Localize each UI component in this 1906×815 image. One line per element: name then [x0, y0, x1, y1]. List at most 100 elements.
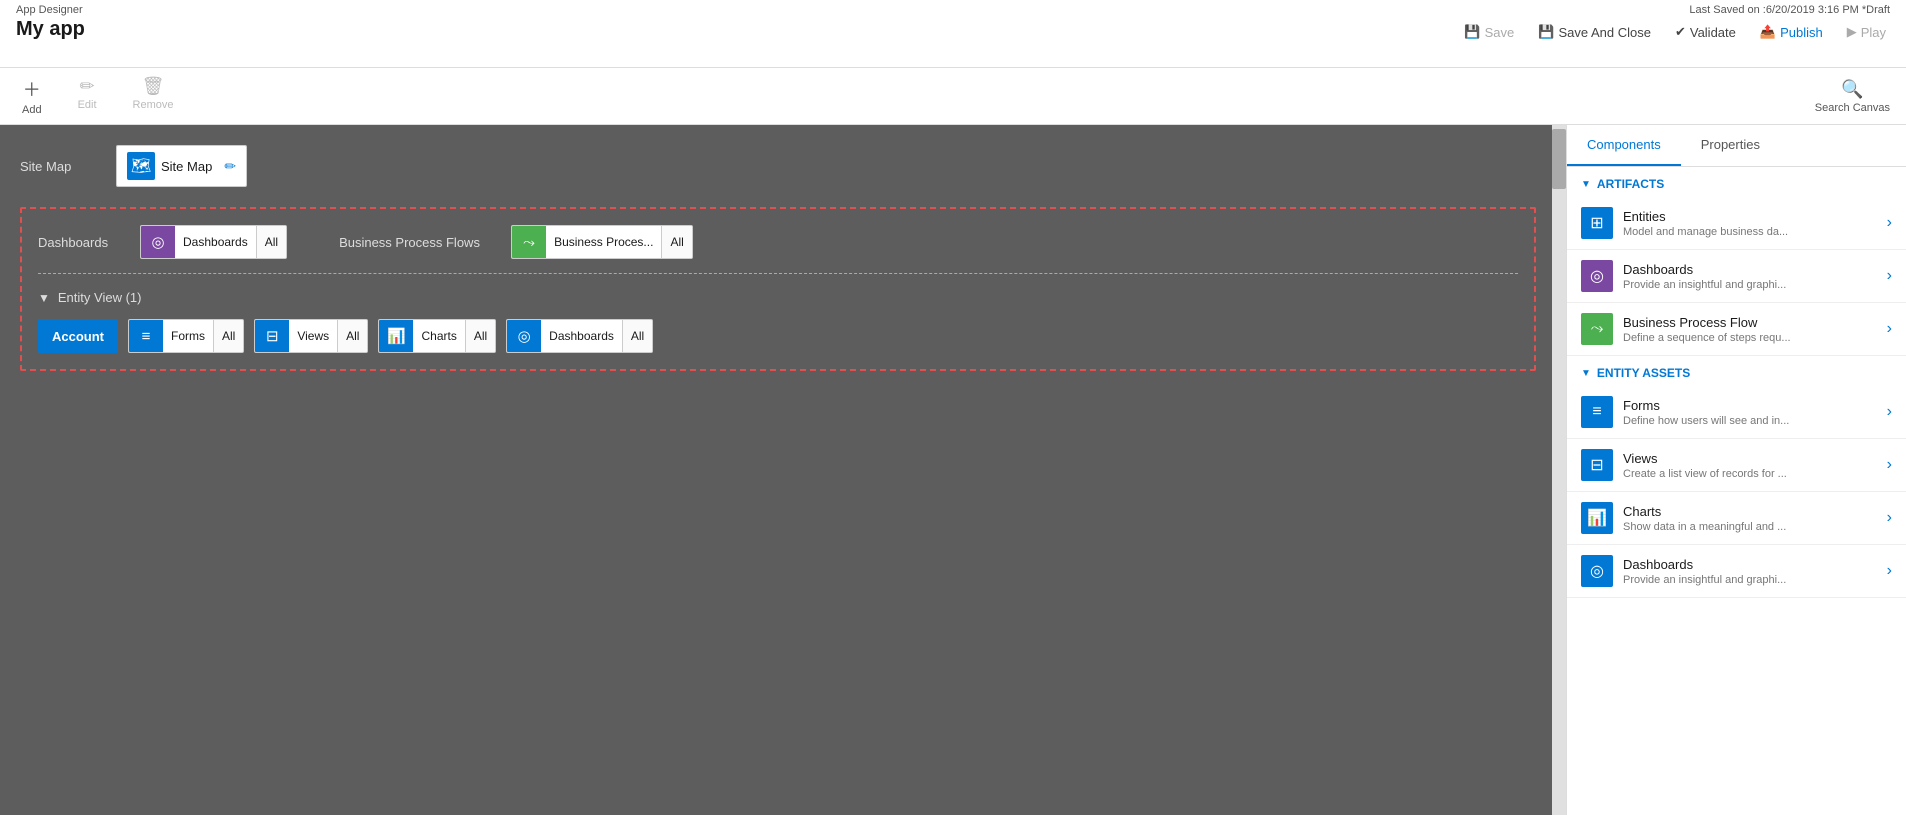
dashboards2-icon-block: ◎ [507, 319, 541, 353]
forms-panel-desc: Define how users will see and in... [1623, 415, 1887, 427]
entity-toggle[interactable]: ▼ [38, 291, 50, 305]
dashboards-panel-desc: Provide an insightful and graphi... [1623, 279, 1887, 291]
dashboards-panel-icon: ◎ [1581, 260, 1613, 292]
dashboards-icon: ◎ [151, 233, 164, 251]
right-panel: Components Properties ▼ ARTIFACTS ⊞ Enti… [1566, 125, 1906, 815]
entities-title: Entities [1623, 209, 1887, 224]
bpf-panel-chevron-icon: › [1887, 320, 1892, 338]
bpf-component-name: Business Proces... [546, 235, 661, 249]
forms-panel-chevron-icon: › [1887, 403, 1892, 421]
dashboards2-all-btn[interactable]: All [622, 320, 652, 352]
entities-desc: Model and manage business da... [1623, 226, 1887, 238]
views-panel-chevron-icon: › [1887, 456, 1892, 474]
save-and-close-button[interactable]: 💾 Save And Close [1534, 22, 1655, 42]
charts-all-btn[interactable]: All [465, 320, 495, 352]
title-bar-left: App Designer My app [16, 4, 85, 41]
forms-panel-title: Forms [1623, 398, 1887, 413]
views-panel-icon: ⊟ [1581, 449, 1613, 481]
remove-icon: 🗑 [142, 76, 165, 97]
panel-item-entities[interactable]: ⊞ Entities Model and manage business da.… [1567, 197, 1906, 250]
charts-panel-chevron-icon: › [1887, 509, 1892, 527]
panel-item-views[interactable]: ⊟ Views Create a list view of records fo… [1567, 439, 1906, 492]
panel-tabs: Components Properties [1567, 125, 1906, 167]
title-toolbar-actions: 💾 Save 💾 Save And Close ✔ Validate 📤 Pub… [1460, 22, 1890, 42]
bpf-panel-title: Business Process Flow [1623, 315, 1887, 330]
add-toolbar-item[interactable]: ＋ Add [16, 74, 48, 118]
charts-panel-desc: Show data in a meaningful and ... [1623, 521, 1887, 533]
forms-icon-block: ≡ [129, 319, 163, 353]
views-panel-desc: Create a list view of records for ... [1623, 468, 1887, 480]
dashboards-component-box[interactable]: ◎ Dashboards All [140, 225, 287, 259]
main-toolbar: ＋ Add ✏ Edit 🗑 Remove 🔍 Search Canvas [0, 68, 1906, 125]
sitemap-label: Site Map [20, 159, 100, 174]
dashboards-assets-panel-chevron-icon: › [1887, 562, 1892, 580]
canvas-scrollbar[interactable] [1552, 125, 1566, 815]
last-saved-text: Last Saved on :6/20/2019 3:16 PM *Draft [1689, 4, 1890, 16]
title-bar-right: Last Saved on :6/20/2019 3:16 PM *Draft … [1460, 4, 1890, 42]
sitemap-icon-symbol: 🗺 [131, 156, 151, 176]
dashboards-assets-panel-title: Dashboards [1623, 557, 1887, 572]
remove-toolbar-item[interactable]: 🗑 Remove [127, 74, 180, 118]
bpf-component-box[interactable]: ⤳ Business Proces... All [511, 225, 693, 259]
bpf-all-btn[interactable]: All [661, 226, 691, 258]
views-component-box[interactable]: ⊟ Views All [254, 319, 368, 353]
panel-item-charts[interactable]: 📊 Charts Show data in a meaningful and .… [1567, 492, 1906, 545]
panel-content: ▼ ARTIFACTS ⊞ Entities Model and manage … [1567, 167, 1906, 815]
validate-button[interactable]: ✔ Validate [1671, 22, 1740, 42]
charts-panel-title: Charts [1623, 504, 1887, 519]
entity-assets-row: Account ≡ Forms All ⊟ [38, 319, 1518, 353]
app-designer-label: App Designer [16, 4, 85, 16]
tab-properties[interactable]: Properties [1681, 125, 1780, 166]
sitemap-box[interactable]: 🗺 Site Map ✏ [116, 145, 247, 187]
sitemap-edit-icon[interactable]: ✏ [224, 158, 236, 175]
sitemap-text: Site Map [161, 159, 212, 174]
sitemap-icon: 🗺 [127, 152, 155, 180]
add-icon: ＋ [23, 76, 41, 102]
title-bar: App Designer My app Last Saved on :6/20/… [0, 0, 1906, 68]
publish-icon: 📤 [1760, 24, 1776, 40]
save-button[interactable]: 💾 Save [1460, 22, 1518, 42]
tab-components[interactable]: Components [1567, 125, 1681, 166]
account-button[interactable]: Account [38, 319, 118, 353]
forms-panel-icon: ≡ [1581, 396, 1613, 428]
play-icon: ▶ [1847, 24, 1857, 40]
views-all-btn[interactable]: All [337, 320, 367, 352]
artifacts-label: ARTIFACTS [1597, 177, 1664, 191]
entity-assets-chevron-icon: ▼ [1581, 368, 1591, 379]
forms-component-box[interactable]: ≡ Forms All [128, 319, 244, 353]
dashboards-label: Dashboards [38, 235, 128, 250]
save-close-icon: 💾 [1538, 24, 1554, 40]
edit-toolbar-item[interactable]: ✏ Edit [72, 74, 103, 118]
panel-item-forms[interactable]: ≡ Forms Define how users will see and in… [1567, 386, 1906, 439]
panel-item-bpf[interactable]: ⤳ Business Process Flow Define a sequenc… [1567, 303, 1906, 356]
bpf-panel-icon: ⤳ [1581, 313, 1613, 345]
canvas: Site Map 🗺 Site Map ✏ Dashboards ◎ [0, 125, 1566, 815]
publish-button[interactable]: 📤 Publish [1756, 22, 1827, 42]
panel-item-dashboards[interactable]: ◎ Dashboards Provide an insightful and g… [1567, 250, 1906, 303]
play-button[interactable]: ▶ Play [1843, 22, 1890, 42]
dashboards-all-btn[interactable]: All [256, 226, 286, 258]
forms-icon: ≡ [142, 328, 151, 345]
charts-component-box[interactable]: 📊 Charts All [378, 319, 496, 353]
search-canvas[interactable]: 🔍 Search Canvas [1815, 79, 1890, 114]
main-area: Site Map 🗺 Site Map ✏ Dashboards ◎ [0, 125, 1906, 815]
dashboards2-component-name: Dashboards [541, 329, 622, 343]
sitemap-row: Site Map 🗺 Site Map ✏ [20, 145, 1536, 187]
charts-component-name: Charts [413, 329, 464, 343]
bpf-icon-block: ⤳ [512, 225, 546, 259]
forms-all-btn[interactable]: All [213, 320, 243, 352]
canvas-content: Site Map 🗺 Site Map ✏ Dashboards ◎ [0, 125, 1566, 815]
entity-assets-label: ENTITY ASSETS [1597, 366, 1690, 380]
dashboards-component-name: Dashboards [175, 235, 256, 249]
artifacts-section-header: ▼ ARTIFACTS [1567, 167, 1906, 197]
dashboards-icon-block: ◎ [141, 225, 175, 259]
validate-icon: ✔ [1675, 24, 1686, 40]
panel-item-dashboards-assets[interactable]: ◎ Dashboards Provide an insightful and g… [1567, 545, 1906, 598]
views-component-name: Views [289, 329, 337, 343]
views-icon: ⊟ [266, 327, 279, 345]
entities-icon: ⊞ [1581, 207, 1613, 239]
dashboards2-component-box[interactable]: ◎ Dashboards All [506, 319, 653, 353]
dashed-section: Dashboards ◎ Dashboards All Business Pro… [20, 207, 1536, 371]
views-panel-title: Views [1623, 451, 1887, 466]
dashboards2-icon: ◎ [518, 327, 531, 345]
